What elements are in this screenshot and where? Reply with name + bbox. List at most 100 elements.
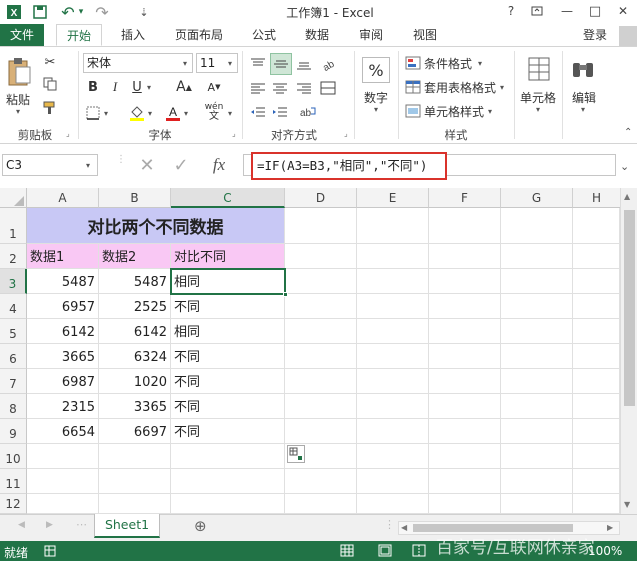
data-cell[interactable]: 1020 bbox=[99, 369, 171, 394]
enter-check-icon[interactable]: ✓ bbox=[170, 154, 192, 176]
row-header[interactable]: 7 bbox=[0, 369, 27, 394]
cell-h11[interactable] bbox=[573, 469, 620, 494]
format-painter-icon[interactable] bbox=[40, 99, 60, 117]
cell-c12[interactable] bbox=[171, 494, 285, 514]
cell-h6[interactable] bbox=[573, 344, 620, 369]
cell-f11[interactable] bbox=[429, 469, 501, 494]
row-header[interactable]: 1 bbox=[0, 208, 27, 244]
normal-view-icon[interactable] bbox=[340, 544, 354, 560]
clipboard-launcher-icon[interactable]: ⌟ bbox=[66, 129, 70, 138]
paste-button[interactable]: 粘贴 bbox=[6, 91, 30, 108]
cell-c11[interactable] bbox=[171, 469, 285, 494]
cell-g10[interactable] bbox=[501, 444, 573, 469]
cell-g6[interactable] bbox=[501, 344, 573, 369]
cell-c10[interactable] bbox=[171, 444, 285, 469]
tab-file[interactable]: 文件 bbox=[0, 24, 44, 46]
fill-color-icon[interactable] bbox=[128, 103, 146, 123]
paste-icon[interactable] bbox=[4, 55, 34, 89]
cell-g11[interactable] bbox=[501, 469, 573, 494]
save-icon[interactable] bbox=[30, 2, 50, 22]
editing-dropdown-icon[interactable]: ▾ bbox=[581, 105, 585, 114]
cell-e7[interactable] bbox=[357, 369, 429, 394]
formula-input[interactable]: =IF(A3=B3,"相同","不同") bbox=[251, 152, 447, 180]
cells-dropdown-icon[interactable]: ▾ bbox=[536, 105, 540, 114]
tab-formulas[interactable]: 公式 bbox=[242, 24, 286, 46]
increase-indent-icon[interactable] bbox=[270, 103, 290, 121]
avatar[interactable] bbox=[619, 26, 637, 46]
cell-styles-dropdown-icon[interactable]: ▾ bbox=[488, 107, 492, 116]
cell-f9[interactable] bbox=[429, 419, 501, 444]
percent-style-icon[interactable]: % bbox=[362, 57, 390, 83]
cell-f2[interactable] bbox=[429, 244, 501, 269]
cell-styles-button[interactable]: 单元格样式 bbox=[424, 103, 484, 120]
cell-d5[interactable] bbox=[285, 319, 357, 344]
cell-f8[interactable] bbox=[429, 394, 501, 419]
binoculars-icon[interactable] bbox=[570, 55, 596, 83]
font-size-dropdown-icon[interactable]: ▾ bbox=[228, 59, 232, 68]
sheet-scroll-right-icon[interactable]: ▶ bbox=[46, 520, 53, 530]
cell-f12[interactable] bbox=[429, 494, 501, 514]
row-header[interactable]: 4 bbox=[0, 294, 27, 319]
cell-h3[interactable] bbox=[573, 269, 620, 294]
row-header[interactable]: 6 bbox=[0, 344, 27, 369]
column-header-e[interactable]: E bbox=[357, 188, 429, 208]
cell-h12[interactable] bbox=[573, 494, 620, 514]
alignment-launcher-icon[interactable]: ⌟ bbox=[344, 129, 348, 138]
column-header-f[interactable]: F bbox=[429, 188, 501, 208]
align-middle-icon[interactable] bbox=[270, 53, 292, 75]
data-cell[interactable]: 6697 bbox=[99, 419, 171, 444]
vertical-scrollbar[interactable]: ▲ ▼ bbox=[620, 188, 637, 514]
maximize-button[interactable]: □ bbox=[580, 0, 610, 22]
cell-e9[interactable] bbox=[357, 419, 429, 444]
cell-f6[interactable] bbox=[429, 344, 501, 369]
data-cell[interactable]: 不同 bbox=[171, 294, 285, 319]
row-header[interactable]: 5 bbox=[0, 319, 27, 344]
editing-button[interactable]: 编辑 bbox=[572, 89, 596, 106]
phonetic-guide-button[interactable]: wén 文 bbox=[202, 101, 226, 123]
font-launcher-icon[interactable]: ⌟ bbox=[232, 129, 236, 138]
data-cell[interactable]: 2525 bbox=[99, 294, 171, 319]
font-name-dropdown-icon[interactable]: ▾ bbox=[183, 59, 187, 68]
phonetic-dropdown-icon[interactable]: ▾ bbox=[228, 109, 232, 118]
align-top-icon[interactable] bbox=[248, 55, 268, 73]
cell-b11[interactable] bbox=[99, 469, 171, 494]
cell-e11[interactable] bbox=[357, 469, 429, 494]
tabbar-splitter-icon[interactable]: ⋮ bbox=[384, 518, 395, 531]
wrap-text-icon[interactable]: ab bbox=[296, 103, 320, 121]
format-as-table-icon[interactable] bbox=[404, 79, 422, 95]
autofill-options-icon[interactable] bbox=[287, 445, 305, 463]
data-cell[interactable]: 6142 bbox=[99, 319, 171, 344]
cell-d1[interactable] bbox=[285, 208, 357, 244]
cell-g7[interactable] bbox=[501, 369, 573, 394]
horizontal-scroll-thumb[interactable] bbox=[413, 524, 573, 532]
cell-e8[interactable] bbox=[357, 394, 429, 419]
cell-g4[interactable] bbox=[501, 294, 573, 319]
data-cell[interactable]: 不同 bbox=[171, 344, 285, 369]
collapse-ribbon-icon[interactable]: ⌃ bbox=[624, 127, 632, 138]
row-header[interactable]: 11 bbox=[0, 469, 27, 494]
redo-icon[interactable]: ↷ bbox=[92, 2, 112, 22]
conditional-format-dropdown-icon[interactable]: ▾ bbox=[478, 59, 482, 68]
column-header-g[interactable]: G bbox=[501, 188, 573, 208]
cell-f1[interactable] bbox=[429, 208, 501, 244]
data-cell[interactable]: 6142 bbox=[27, 319, 99, 344]
cell-e6[interactable] bbox=[357, 344, 429, 369]
merge-center-icon[interactable] bbox=[318, 79, 338, 97]
cell-d6[interactable] bbox=[285, 344, 357, 369]
cell-h7[interactable] bbox=[573, 369, 620, 394]
cell-b10[interactable] bbox=[99, 444, 171, 469]
row-header[interactable]: 3 bbox=[0, 269, 27, 294]
column-header-d[interactable]: D bbox=[285, 188, 357, 208]
cells-icon[interactable] bbox=[526, 55, 552, 83]
data-cell[interactable]: 6654 bbox=[27, 419, 99, 444]
customize-qat-icon[interactable]: ⇣ bbox=[134, 2, 154, 22]
cancel-entry-icon[interactable]: ✕ bbox=[136, 154, 158, 176]
paste-dropdown-icon[interactable]: ▾ bbox=[16, 107, 20, 116]
number-format-dropdown-icon[interactable]: ▾ bbox=[374, 105, 378, 114]
shrink-font-button[interactable]: A ▼ bbox=[206, 77, 222, 97]
name-box-dropdown-icon[interactable]: ▾ bbox=[86, 161, 90, 170]
decrease-indent-icon[interactable] bbox=[248, 103, 268, 121]
sheet-more-icon[interactable]: ⋯ bbox=[76, 518, 87, 531]
cell-g1[interactable] bbox=[501, 208, 573, 244]
align-right-icon[interactable] bbox=[294, 79, 314, 97]
